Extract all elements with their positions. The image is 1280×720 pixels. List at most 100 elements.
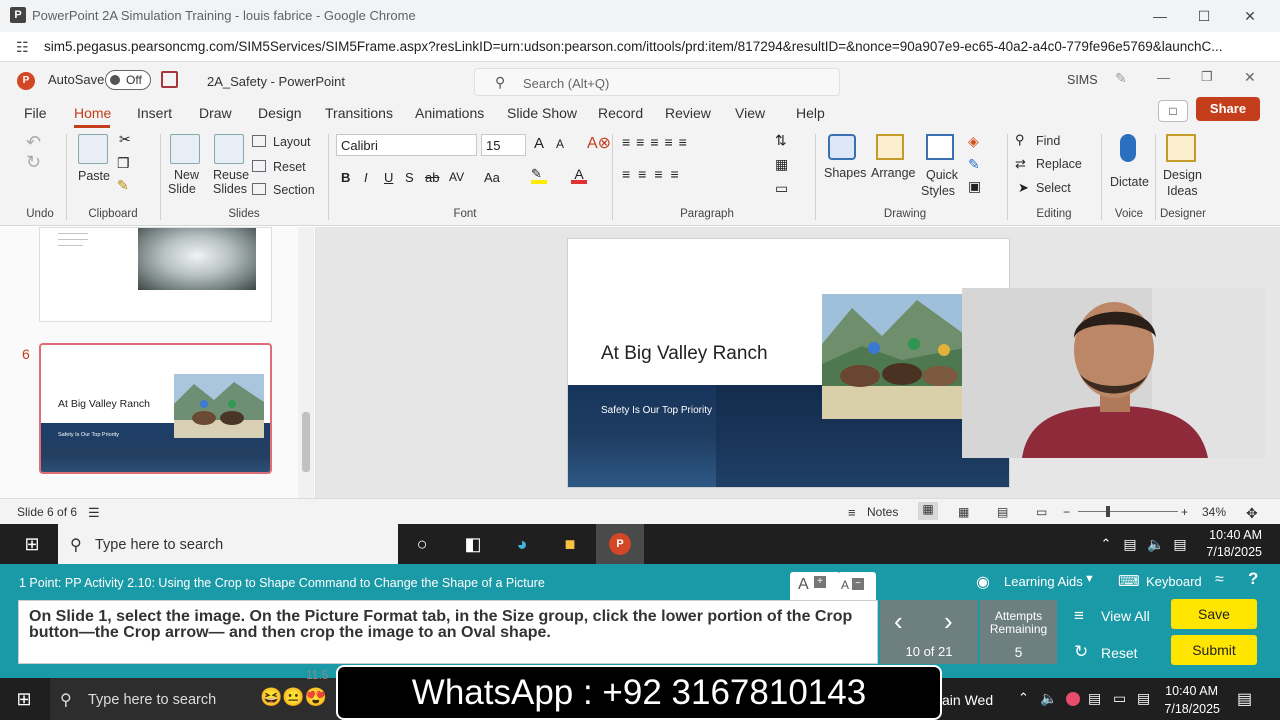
bold-icon[interactable]: B (341, 170, 350, 185)
reuse-slides-icon[interactable] (214, 134, 244, 164)
decrease-text-minus-icon[interactable]: − (852, 578, 864, 590)
shapes-icon[interactable] (828, 134, 856, 160)
reset-icon[interactable]: ↻ (1074, 642, 1088, 662)
clear-formatting-icon[interactable]: A⊗ (587, 133, 611, 153)
thumbnails-scrollbar[interactable] (298, 227, 314, 498)
notes-button[interactable]: Notes (867, 505, 898, 519)
shadow-icon[interactable]: S (405, 170, 414, 185)
submit-button[interactable]: Submit (1171, 635, 1257, 665)
windows-start-icon-outer[interactable]: ⊞ (12, 687, 36, 711)
align-icons[interactable]: ≡≡≡≡ (622, 166, 687, 182)
tab-home[interactable]: Home (74, 105, 111, 121)
tab-review[interactable]: Review (665, 105, 711, 121)
layout-icon[interactable] (252, 135, 266, 147)
windows-start-icon[interactable]: ⊞ (20, 532, 44, 556)
select-icon[interactable]: ➤ (1018, 180, 1029, 196)
notes-icon[interactable]: ≡ (848, 505, 856, 520)
slide-thumbnail-5[interactable]: ⎯⎯⎯⎯⎯⎯⎯⎯⎯⎯⎯⎯ ⎯⎯⎯⎯⎯⎯⎯⎯⎯⎯⎯⎯ ⎯⎯⎯⎯⎯⎯⎯⎯⎯⎯ (39, 227, 272, 322)
maximize-icon[interactable]: ☐ (1194, 6, 1214, 26)
keyboard-icon[interactable]: ⌨ (1118, 572, 1140, 590)
paste-label[interactable]: Paste (78, 169, 110, 183)
new-slide-label-2[interactable]: Slide (168, 182, 196, 196)
url-text[interactable]: sim5.pegasus.pearsoncmg.com/SIM5Services… (44, 39, 1259, 54)
learning-aids-button[interactable]: Learning Aids (1004, 574, 1083, 589)
section-button[interactable]: Section (273, 183, 315, 197)
comments-button[interactable]: □ (1158, 100, 1188, 122)
font-name-select[interactable]: Calibri (336, 134, 477, 156)
dictate-button[interactable]: Dictate (1110, 175, 1149, 189)
view-all-button[interactable]: View All (1101, 608, 1150, 624)
new-slide-label-1[interactable]: New (174, 168, 199, 182)
char-spacing-icon[interactable]: AV (449, 170, 464, 184)
reset-button[interactable]: Reset (1101, 645, 1138, 661)
font-color-icon[interactable]: A (571, 166, 587, 184)
share-button[interactable]: Share (1196, 97, 1260, 121)
notification-icon[interactable]: ▤ (1168, 532, 1192, 556)
horses-picture[interactable] (822, 294, 964, 419)
replace-icon[interactable]: ⇄ (1015, 156, 1026, 172)
design-ideas-label-1[interactable]: Design (1163, 168, 1202, 182)
tab-file[interactable]: File (24, 105, 47, 121)
reading-view-icon[interactable]: ▤ (997, 505, 1008, 519)
normal-view-icon[interactable]: ▦ (918, 502, 938, 520)
ppt-minimize-icon[interactable]: — (1157, 70, 1170, 85)
tab-design[interactable]: Design (258, 105, 302, 121)
record-icon[interactable] (1066, 692, 1080, 706)
wifi-tray-icon[interactable]: ▤ (1137, 690, 1150, 707)
section-icon[interactable] (252, 183, 266, 195)
close-icon[interactable]: ✕ (1240, 6, 1260, 26)
cut-icon[interactable]: ✂ (119, 131, 131, 148)
undo-icon[interactable]: ↶ (26, 132, 41, 153)
highlight-icon[interactable]: ✎ (531, 166, 547, 184)
address-bar[interactable]: ☷ sim5.pegasus.pearsoncmg.com/SIM5Servic… (0, 32, 1280, 62)
replace-button[interactable]: Replace (1036, 157, 1082, 171)
edge-icon[interactable]: ◕ (510, 532, 534, 556)
powerpoint-taskbar-button[interactable]: P (596, 524, 644, 564)
autosave-toggle[interactable]: Off (105, 70, 151, 90)
volume-icon[interactable]: 🔈 (1144, 532, 1168, 556)
find-icon[interactable]: ⚲ (1015, 132, 1025, 148)
volume-icon[interactable]: 🔈 (1040, 690, 1057, 707)
learning-aids-icon[interactable]: ◉ (976, 572, 990, 592)
layout-button[interactable]: Layout (273, 135, 311, 149)
slide-thumbnails-panel[interactable]: ⎯⎯⎯⎯⎯⎯⎯⎯⎯⎯⎯⎯ ⎯⎯⎯⎯⎯⎯⎯⎯⎯⎯⎯⎯ ⎯⎯⎯⎯⎯⎯⎯⎯⎯⎯ 6 At … (0, 227, 316, 498)
redo-icon[interactable]: ↻ (26, 152, 41, 173)
quick-styles-icon[interactable] (926, 134, 954, 160)
ppt-restore-icon[interactable]: ❐ (1201, 69, 1213, 85)
reset-button[interactable]: Reset (273, 160, 306, 174)
slide-thumbnail-6[interactable]: At Big Valley Ranch Safety Is Our Top Pr… (39, 343, 272, 474)
format-painter-icon[interactable]: ✎ (117, 177, 129, 194)
reuse-label-2[interactable]: Slides (213, 182, 247, 196)
ppt-close-icon[interactable]: ✕ (1244, 69, 1256, 86)
zoom-out-icon[interactable]: − (1063, 505, 1070, 519)
cortana-icon[interactable]: ○ (410, 532, 434, 556)
slide-sorter-icon[interactable]: ▦ (958, 505, 969, 519)
search-input[interactable]: ⚲ Search (Alt+Q) (474, 68, 840, 96)
current-slide[interactable]: At Big Valley Ranch Safety Is Our Top Pr… (567, 238, 1010, 488)
reuse-label-1[interactable]: Reuse (213, 168, 249, 182)
tab-view[interactable]: View (735, 105, 765, 121)
tab-record[interactable]: Record (598, 105, 643, 121)
next-task-icon[interactable]: › (944, 606, 953, 637)
user-name[interactable]: SIMS (1067, 73, 1098, 87)
learning-aids-dropdown-icon[interactable]: ▼ (1084, 573, 1095, 585)
shape-outline-icon[interactable]: ✎ (968, 156, 980, 173)
accessibility-icon[interactable]: ☰ (88, 505, 100, 521)
tab-help[interactable]: Help (796, 105, 825, 121)
shape-fill-icon[interactable]: ◈ (968, 133, 979, 150)
battery-icon[interactable]: ▭ (1113, 690, 1126, 707)
zoom-slider[interactable] (1078, 511, 1178, 512)
keyboard-button[interactable]: Keyboard (1146, 574, 1202, 589)
minimize-icon[interactable]: — (1150, 6, 1170, 26)
quick-styles-label-1[interactable]: Quick (926, 168, 958, 182)
site-info-icon[interactable]: ☷ (16, 39, 29, 56)
tab-slide-show[interactable]: Slide Show (507, 105, 577, 121)
arrange-button[interactable]: Arrange (871, 166, 915, 180)
select-button[interactable]: Select (1036, 181, 1071, 195)
zoom-slider-thumb[interactable] (1106, 506, 1110, 517)
slideshow-icon[interactable]: ▭ (1036, 505, 1047, 519)
quick-styles-label-2[interactable]: Styles (921, 184, 955, 198)
design-ideas-icon[interactable] (1166, 134, 1196, 162)
design-ideas-label-2[interactable]: Ideas (1167, 184, 1198, 198)
decrease-text-icon[interactable]: A (841, 578, 849, 592)
